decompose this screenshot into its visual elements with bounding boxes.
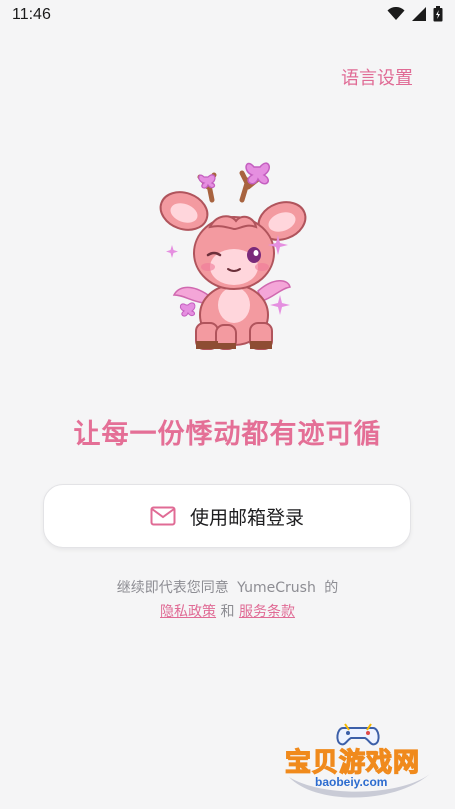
privacy-policy-link[interactable]: 隐私政策: [160, 604, 216, 620]
watermark-name: 宝贝游戏网: [284, 747, 421, 778]
status-icons: [387, 6, 443, 22]
battery-icon: [433, 6, 443, 22]
email-login-button[interactable]: 使用邮箱登录: [43, 484, 411, 548]
app-name: YumeCrush: [237, 580, 316, 596]
watermark-url: baobeiy.com: [315, 775, 388, 789]
signal-icon: [412, 7, 426, 21]
agreement-text: 继续即代表您同意 YumeCrush 的 隐私政策 和 服务条款: [0, 576, 455, 624]
agreement-and: 和: [220, 604, 235, 620]
slogan-heading: 让每一份悸动都有迹可循: [73, 419, 382, 450]
agreement-prefix: 继续即代表您同意: [116, 580, 229, 596]
language-settings-link[interactable]: 语言设置: [341, 64, 413, 90]
deer-mascot-illustration: [159, 162, 307, 350]
email-login-label: 使用邮箱登录: [189, 506, 304, 529]
status-time: 11:46: [12, 6, 51, 23]
mail-icon: [150, 506, 176, 526]
status-bar: 11:46: [0, 0, 455, 32]
wifi-icon: [387, 7, 405, 20]
terms-of-service-link[interactable]: 服务条款: [239, 604, 295, 620]
agreement-suffix: 的: [324, 580, 339, 596]
watermark: 宝贝游戏网 baobeiy.com: [284, 720, 435, 805]
